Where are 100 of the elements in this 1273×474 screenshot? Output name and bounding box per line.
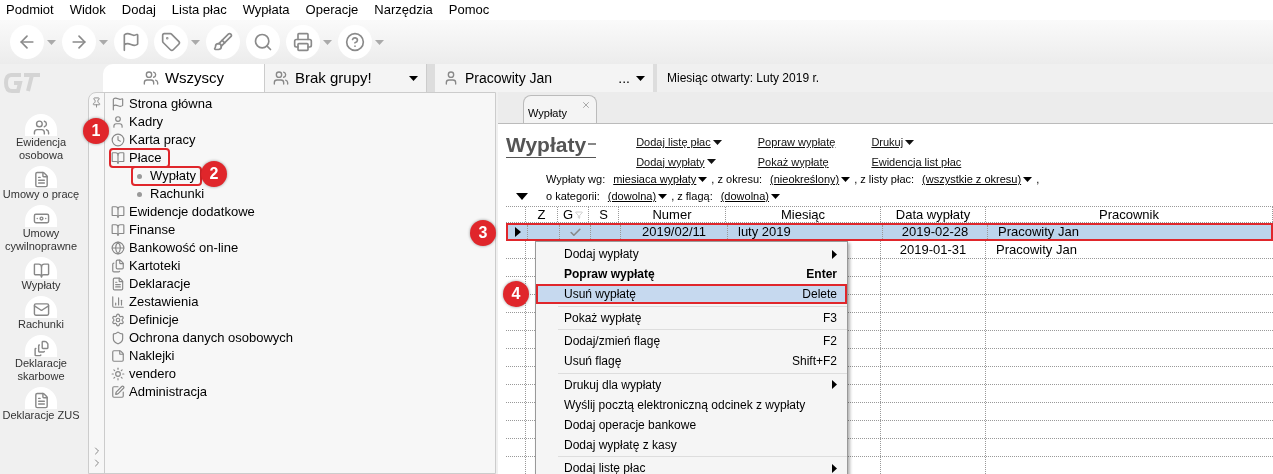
search-icon [253,32,273,52]
pin-icon [91,97,102,108]
column-header[interactable]: Numer [619,207,726,222]
people-icon [273,70,289,86]
action-link[interactable]: Dodaj wypłaty [636,153,722,170]
group-tab[interactable]: Wszyscy [103,64,265,92]
toolbar-button[interactable] [206,25,240,59]
book-icon [111,205,125,219]
toolbar-button[interactable] [338,25,384,59]
filter-link[interactable]: (dowolna) [720,188,780,205]
sidebar-item[interactable]: Deklaracje skarbowe [1,335,81,383]
document-tab[interactable]: Wypłaty [523,95,597,123]
menu-item[interactable]: Dodaj [121,0,156,20]
tree-item[interactable]: Ewidencje dodatkowe [109,202,263,222]
document-icon [32,392,50,409]
table-row[interactable]: 2019/02/11 luty 2019 2019-02-28 Pracowity Jan [506,223,1273,241]
column-header[interactable]: Data wypłaty [881,207,986,222]
tree-item[interactable]: Naklejki [109,346,183,366]
toolbar-button[interactable] [246,25,280,59]
menu-item[interactable]: Operacje [305,0,359,20]
close-icon[interactable] [581,100,591,110]
bullet-icon [137,173,142,179]
toolbar-button[interactable] [62,25,108,59]
tree-item[interactable]: Administracja [109,382,216,402]
sidebar-item[interactable]: Deklaracje ZUS [1,387,81,422]
toolbar-button[interactable] [114,25,148,59]
sidebar-item[interactable]: Umowy cywilnoprawne [1,205,81,253]
sidebar-item[interactable]: Umowy o pracę [1,166,81,201]
filter-link[interactable]: (wszystkie z okresu) [922,171,1033,188]
sidebar-item[interactable]: Rachunki [1,296,81,331]
clock-icon [111,133,125,147]
tree-item[interactable]: Ochrona danych osobowych [109,328,302,348]
menu-item[interactable]: Dodaj listę płac [536,458,847,474]
filter-link[interactable]: (dowolna) [607,188,668,205]
toolbar-button[interactable] [286,25,332,59]
step-badge: 1 [83,118,109,144]
filter-link[interactable]: miesiaca wypłaty [613,171,708,188]
menu-item[interactable]: Pomoc [448,0,490,20]
document-icon [111,277,125,291]
group-tab[interactable]: Brak grupy! [265,64,427,92]
tree-item[interactable]: Kartoteki [109,256,189,276]
edit-icon [111,385,125,399]
tree-item[interactable]: Deklaracje [109,274,199,294]
menu-item[interactable]: Podmiot [6,0,54,20]
column-header[interactable]: G [558,207,589,222]
action-link[interactable]: Drukuj [871,134,962,151]
menu-item[interactable]: Wyślij pocztą elektroniczną odcinek z wypłaty [536,394,847,415]
tree-item[interactable]: Kadry [109,112,171,132]
tree-item[interactable]: Strona główna [109,94,221,114]
menu-item[interactable]: Dodaj operacje bankowe [536,414,847,435]
tree-item[interactable]: Karta pracy [109,130,204,150]
column-header[interactable]: S [589,207,619,222]
action-link[interactable]: Pokaż wypłatę [757,153,836,170]
document-icon [32,340,50,357]
menu-item[interactable]: Narzędzia [374,0,433,20]
toolbar-button[interactable] [10,25,56,59]
menu-item[interactable]: Usuń wypłatę Delete [536,284,847,304]
menu-item[interactable]: Pokaż wypłatę F3 [536,307,847,328]
sidebar-item[interactable]: Ewidencja osobowa [1,114,81,162]
column-header[interactable]: Miesiąc [726,207,881,222]
column-header[interactable]: Pracownik [986,207,1273,222]
menu-item[interactable]: Drukuj dla wypłaty [536,374,847,395]
shield-icon [111,331,125,345]
action-link[interactable]: Dodaj listę płac [636,134,722,151]
flag-icon [111,97,125,111]
tree-item[interactable]: Zestawienia [109,292,207,312]
sun-icon [111,367,125,381]
tree-item[interactable]: Płace [109,148,170,168]
view-title[interactable]: Wypłaty [506,132,597,158]
tree-item[interactable]: Wypłaty [131,166,203,186]
filter-link[interactable]: (nieokreślony) [770,171,851,188]
menu-item[interactable]: Dodaj wypłatę z kasy [536,434,847,455]
book-icon [111,223,125,237]
menu-item[interactable]: Usuń flagę Shift+F2 [536,351,847,371]
column-header[interactable]: Z [526,207,558,222]
filter-label: , z flagą: [671,189,713,205]
menu-item[interactable]: Wypłata [242,0,290,20]
tree-item[interactable]: Bankowość on-line [109,238,247,258]
toolbar-button[interactable] [154,25,200,59]
open-month-label: Miesiąc otwarty: Luty 2019 r. [667,70,820,87]
tree-item[interactable]: Definicje [109,310,187,330]
book-icon [111,151,125,165]
filter-label: , z listy płac: [854,172,915,188]
tree-item[interactable]: Finanse [109,220,184,240]
tree-item[interactable]: vendero [109,364,184,384]
tag-icon [161,32,181,52]
printer-icon [293,32,313,52]
person-icon [111,115,125,129]
menu-item[interactable]: Popraw wypłatę Enter [536,264,847,284]
employee-selector[interactable]: Pracowity Jan ... [427,64,657,92]
chart-icon [111,295,125,309]
action-link[interactable]: Popraw wypłatę [757,134,836,151]
bullet-icon [137,191,142,197]
table-cell-text: luty 2019 [738,223,791,242]
menu-item[interactable]: Widok [69,0,106,20]
action-link[interactable]: Ewidencja list płac [871,153,962,170]
sidebar-item[interactable]: Wypłaty [1,257,81,292]
menu-item[interactable]: Lista płac [171,0,227,20]
menu-item[interactable]: Dodaj/zmień flagę F2 [536,331,847,351]
collapse-caret-icon[interactable] [516,193,528,200]
